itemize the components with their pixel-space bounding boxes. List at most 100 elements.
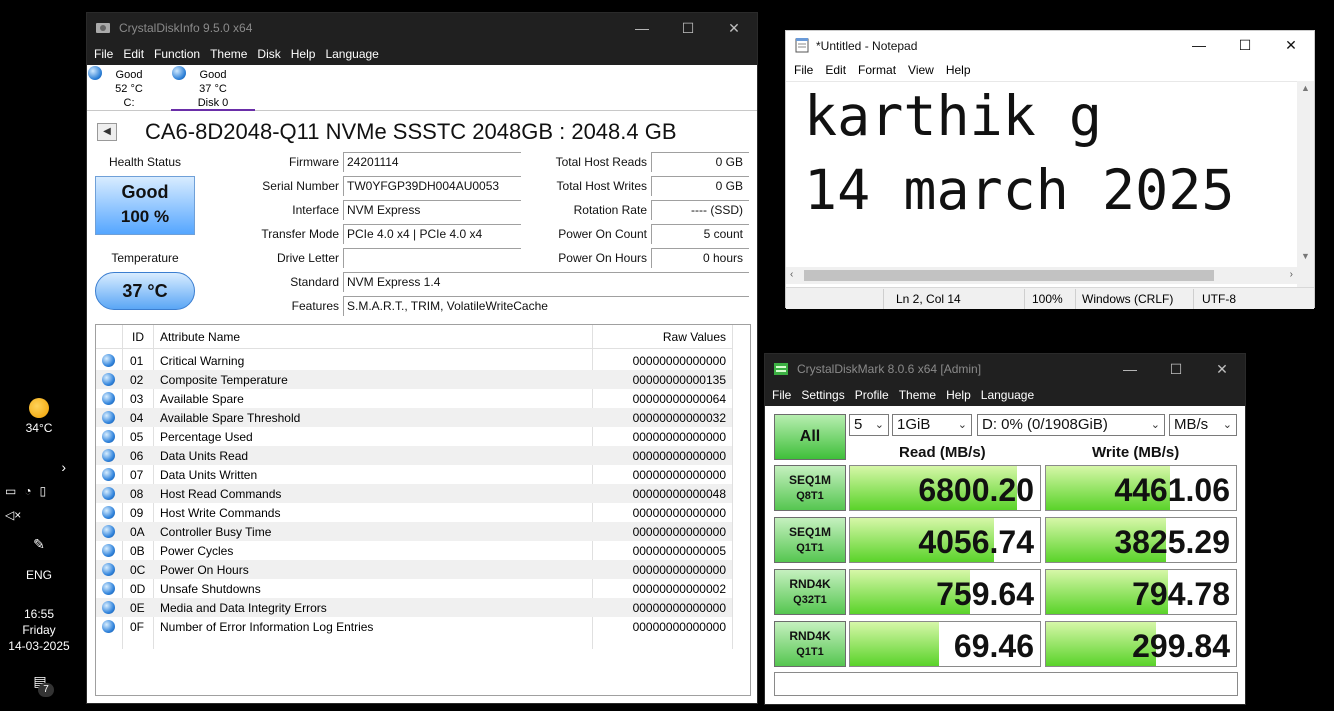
standard-label: Standard [290, 275, 339, 289]
all-button[interactable]: All [774, 414, 846, 460]
menu-profile[interactable]: Profile [850, 384, 894, 406]
scroll-up-icon[interactable]: ▲ [1301, 83, 1310, 93]
smart-attributes-table[interactable]: ID Attribute Name Raw Values 01 Critical … [95, 324, 751, 696]
table-row[interactable]: 0C Power On Hours 00000000000000 [96, 560, 732, 579]
attribute-id: 06 [130, 449, 144, 463]
text-editor[interactable]: karthik g 14 march 2025 [786, 81, 1299, 297]
raw-value: 00000000000000 [632, 620, 726, 634]
menu-language[interactable]: Language [320, 43, 383, 65]
drive-select[interactable]: D: 0% (0/1908GiB) ⌄ [977, 414, 1165, 436]
table-row[interactable]: 0D Unsafe Shutdowns 00000000000002 [96, 579, 732, 598]
table-row[interactable]: 07 Data Units Written 00000000000000 [96, 465, 732, 484]
table-row[interactable]: 0E Media and Data Integrity Errors 0000000… [96, 598, 732, 617]
menu-format[interactable]: Format [852, 59, 902, 81]
chevron-right-icon[interactable]: › [0, 459, 78, 475]
menu-help[interactable]: Help [286, 43, 321, 65]
language-indicator[interactable]: ENG [0, 568, 78, 582]
health-status-box[interactable]: Good 100 % [95, 176, 195, 235]
vertical-scrollbar[interactable]: ▲ ▼ [1297, 81, 1314, 297]
minimize-icon[interactable]: — [619, 13, 665, 43]
table-row[interactable]: 03 Available Spare 00000000000064 [96, 389, 732, 408]
test-button-rnd4k-q1t1[interactable]: RND4K Q1T1 [774, 621, 846, 667]
write-value: 3825.29 [1114, 524, 1230, 560]
menu-function[interactable]: Function [149, 43, 205, 65]
comment-field[interactable] [774, 672, 1238, 696]
menu-file[interactable]: File [89, 43, 118, 65]
title-bar[interactable]: CrystalDiskMark 8.0.6 x64 [Admin] — ☐ ✕ [765, 354, 1245, 384]
scroll-thumb[interactable] [804, 270, 1214, 281]
test-name: SEQ1M [788, 473, 831, 487]
scroll-left-icon[interactable]: ‹ [790, 269, 793, 280]
menu-theme[interactable]: Theme [205, 43, 252, 65]
close-icon[interactable]: ✕ [1268, 31, 1314, 59]
scroll-down-icon[interactable]: ▼ [1301, 251, 1310, 261]
menu-edit[interactable]: Edit [819, 59, 852, 81]
wifi-icon[interactable]: ◔ [24, 484, 39, 498]
col-raw-values[interactable]: Raw Values [663, 330, 726, 344]
menu-file[interactable]: File [788, 59, 819, 81]
maximize-icon[interactable]: ☐ [1153, 354, 1199, 384]
table-row[interactable]: 0B Power Cycles 00000000000005 [96, 541, 732, 560]
window-title: CrystalDiskInfo 9.5.0 x64 [119, 21, 253, 35]
test-button-seq1m-q1t1[interactable]: SEQ1M Q1T1 [774, 517, 846, 563]
table-row[interactable]: 02 Composite Temperature 00000000000135 [96, 370, 732, 389]
title-bar[interactable]: CrystalDiskInfo 9.5.0 x64 — ☐ ✕ [87, 13, 757, 43]
menu-settings[interactable]: Settings [796, 384, 849, 406]
attribute-name: Host Read Commands [160, 487, 282, 501]
menu-edit[interactable]: Edit [118, 43, 149, 65]
unit-select[interactable]: MB/s ⌄ [1169, 414, 1237, 436]
menu-file[interactable]: File [767, 384, 796, 406]
maximize-icon[interactable]: ☐ [665, 13, 711, 43]
col-id[interactable]: ID [132, 330, 144, 344]
read-header: Read (MB/s) [899, 444, 986, 461]
clock[interactable]: 16:55 Friday 14-03-2025 [0, 606, 78, 654]
scroll-right-icon[interactable]: › [1290, 269, 1293, 280]
table-row[interactable]: 06 Data Units Read 00000000000000 [96, 446, 732, 465]
menu-help[interactable]: Help [940, 59, 977, 81]
test-size-value: 1GiB [897, 416, 931, 433]
test-count-select[interactable]: 5 ⌄ [849, 414, 889, 436]
battery-icon[interactable]: ▭ [5, 484, 24, 498]
system-tray-icons[interactable]: ▭◔▯ [0, 484, 78, 498]
minimize-icon[interactable]: — [1176, 31, 1222, 59]
table-row[interactable]: 09 Host Write Commands 00000000000000 [96, 503, 732, 522]
maximize-icon[interactable]: ☐ [1222, 31, 1268, 59]
minimize-icon[interactable]: — [1107, 354, 1153, 384]
menu-theme[interactable]: Theme [894, 384, 941, 406]
table-row[interactable]: 0A Controller Busy Time 00000000000000 [96, 522, 732, 541]
test-button-rnd4k-q32t1[interactable]: RND4K Q32T1 [774, 569, 846, 615]
menu-help[interactable]: Help [941, 384, 976, 406]
title-bar[interactable]: *Untitled - Notepad — ☐ ✕ [786, 31, 1314, 59]
menu-disk[interactable]: Disk [252, 43, 285, 65]
weather-widget[interactable]: 34°C [0, 398, 78, 435]
phone-link-icon[interactable]: ▯ [40, 484, 55, 498]
disk-tab-c[interactable]: Good 52 °C C: [87, 65, 171, 111]
chevron-down-icon: ⌄ [957, 419, 967, 431]
menu-view[interactable]: View [902, 59, 940, 81]
table-row[interactable]: 01 Critical Warning 00000000000000 [96, 351, 732, 370]
temperature-box[interactable]: 37 °C [95, 272, 195, 310]
table-row[interactable]: 05 Percentage Used 00000000000000 [96, 427, 732, 446]
close-icon[interactable]: ✕ [711, 13, 757, 43]
attribute-name: Data Units Read [160, 449, 249, 463]
status-bar: Ln 2, Col 14 100% Windows (CRLF) UTF-8 [786, 287, 1314, 309]
features-label: Features [291, 299, 339, 313]
read-value: 69.46 [953, 628, 1034, 664]
horizontal-scrollbar[interactable]: ‹ › [786, 267, 1299, 284]
previous-disk-button[interactable]: ◀ [97, 123, 117, 141]
disk-tab-disk0[interactable]: Good 37 °C Disk 0 [171, 65, 255, 111]
read-value: 6800.20 [918, 472, 1034, 508]
menu-language[interactable]: Language [976, 384, 1039, 406]
col-attribute-name[interactable]: Attribute Name [160, 330, 240, 344]
transfer-mode-label: Transfer Mode [261, 227, 339, 241]
table-row[interactable]: 08 Host Read Commands 00000000000048 [96, 484, 732, 503]
table-row[interactable]: 04 Available Spare Threshold 0000000000003… [96, 408, 732, 427]
table-row[interactable]: 0F Number of Error Information Log Entrie… [96, 617, 732, 636]
raw-value: 00000000000005 [632, 544, 726, 558]
pen-icon[interactable]: ✎ [0, 536, 78, 553]
close-icon[interactable]: ✕ [1199, 354, 1245, 384]
speaker-muted-icon[interactable]: ◁× [0, 508, 78, 522]
test-size-select[interactable]: 1GiB ⌄ [892, 414, 972, 436]
write-result: 794.78 [1045, 569, 1237, 615]
test-button-seq1m-q8t1[interactable]: SEQ1M Q8T1 [774, 465, 846, 511]
